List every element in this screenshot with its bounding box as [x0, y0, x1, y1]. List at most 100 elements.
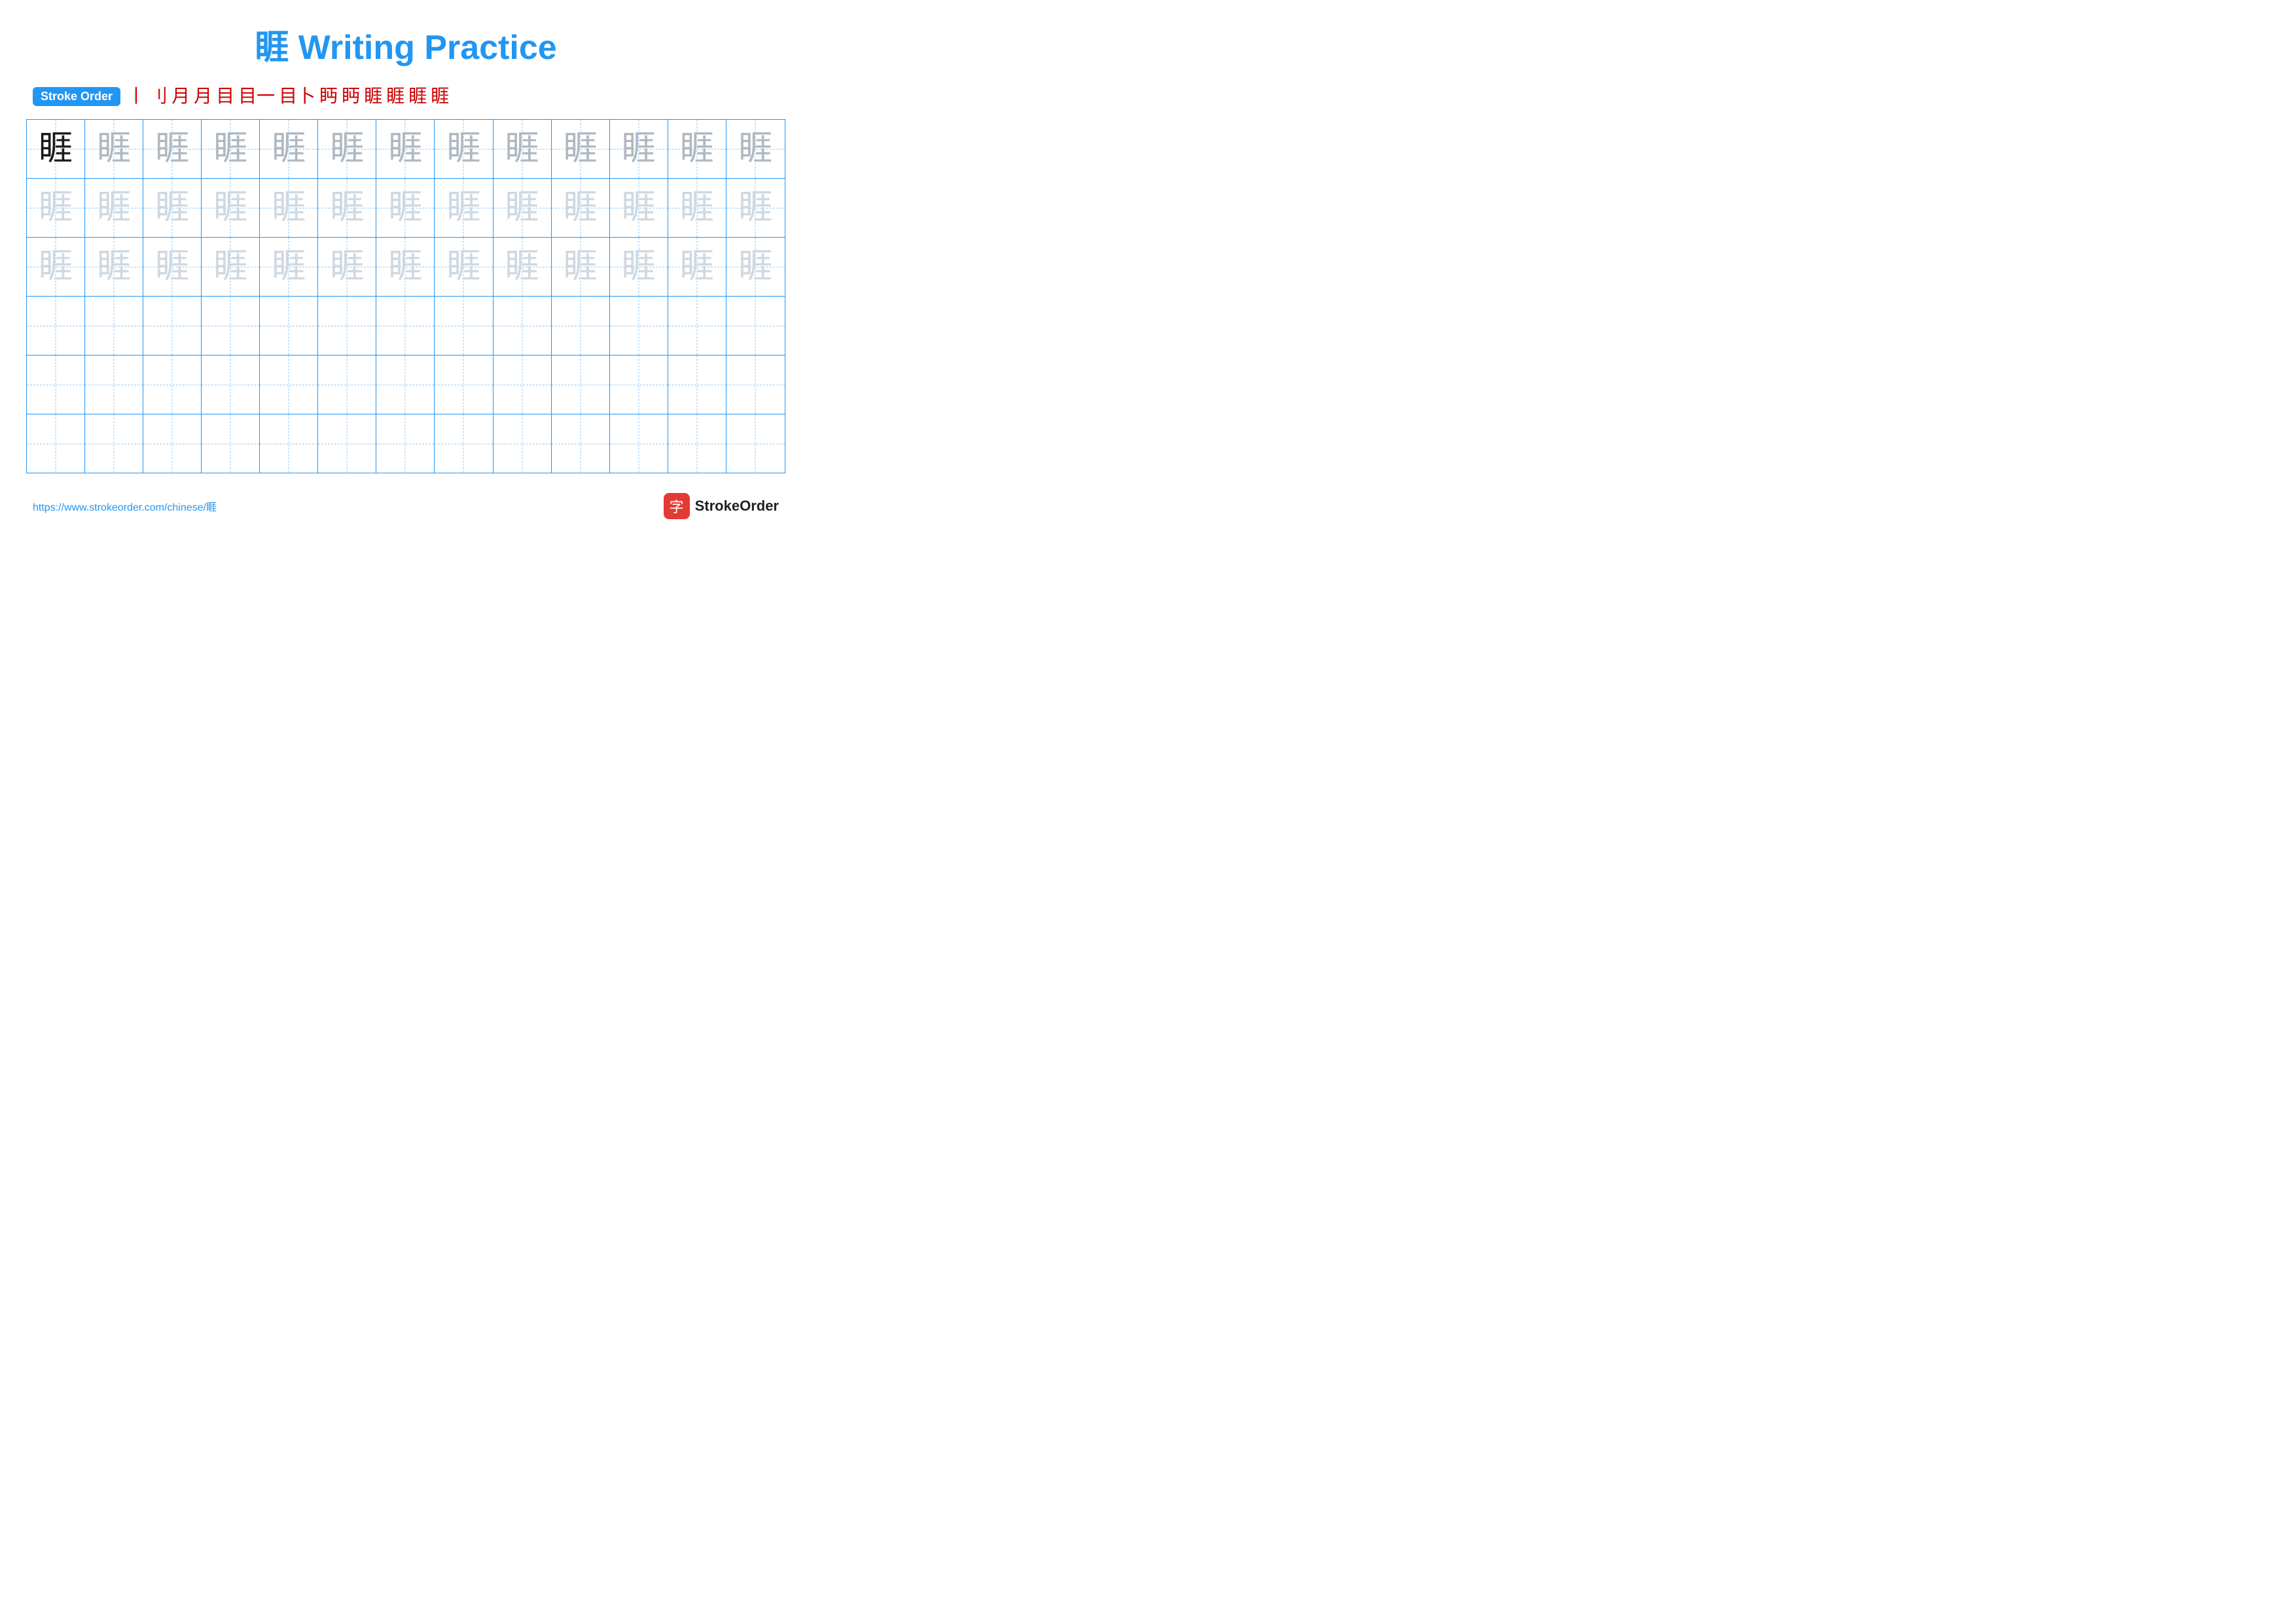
cell-character: 睚: [505, 191, 539, 225]
grid-cell: 睚: [260, 238, 318, 296]
grid-cell: 睚: [318, 179, 376, 237]
footer-url[interactable]: https://www.strokeorder.com/chinese/睚: [33, 498, 217, 514]
grid-row: 睚睚睚睚睚睚睚睚睚睚睚睚睚: [27, 120, 785, 179]
grid-cell: [726, 414, 785, 473]
stroke-char: 目: [216, 88, 234, 106]
grid-cell: [435, 414, 493, 473]
cell-character: 睚: [388, 191, 422, 225]
cell-character: 睚: [155, 191, 189, 225]
grid-cell: [610, 356, 668, 414]
cell-character: 睚: [272, 191, 306, 225]
cell-character: 睚: [213, 132, 247, 166]
grid-row: 睚睚睚睚睚睚睚睚睚睚睚睚睚: [27, 179, 785, 238]
grid-cell: [143, 356, 202, 414]
grid-cell: [610, 297, 668, 355]
grid-cell: 睚: [143, 179, 202, 237]
stroke-char: 目卜: [279, 88, 315, 106]
cell-character: 睚: [738, 191, 772, 225]
grid-cell: [260, 297, 318, 355]
cell-character: 睚: [330, 132, 364, 166]
cell-character: 睚: [272, 250, 306, 284]
footer-brand: 字 StrokeOrder: [664, 493, 779, 519]
cell-character: 睚: [155, 132, 189, 166]
cell-character: 睚: [39, 191, 73, 225]
cell-character: 睚: [446, 250, 480, 284]
grid-cell: [260, 356, 318, 414]
grid-cell: [202, 297, 260, 355]
grid-cell: [85, 414, 143, 473]
grid-cell: 睚: [143, 238, 202, 296]
grid-cell: 睚: [318, 238, 376, 296]
grid-cell: [726, 297, 785, 355]
cell-character: 睚: [155, 250, 189, 284]
title-area: 睚 Writing Practice: [26, 20, 785, 69]
stroke-char: 睚: [364, 88, 382, 106]
cell-character: 睚: [39, 132, 73, 166]
grid-cell: [318, 356, 376, 414]
footer: https://www.strokeorder.com/chinese/睚 字 …: [26, 493, 785, 519]
cell-character: 睚: [388, 250, 422, 284]
grid-cell: 睚: [610, 179, 668, 237]
grid-cell: 睚: [552, 179, 610, 237]
stroke-char: 月: [171, 88, 190, 106]
grid-cell: [27, 356, 85, 414]
cell-character: 睚: [680, 191, 714, 225]
grid-cell: [376, 414, 435, 473]
cell-character: 睚: [505, 250, 539, 284]
grid-cell: [668, 356, 726, 414]
grid-cell: 睚: [493, 120, 552, 178]
stroke-char: 丨: [127, 88, 145, 106]
grid-cell: [27, 414, 85, 473]
grid-cell: [435, 297, 493, 355]
stroke-char: 睚: [431, 88, 449, 106]
grid-row: [27, 414, 785, 473]
grid-cell: [318, 297, 376, 355]
cell-character: 睚: [622, 250, 656, 284]
cell-character: 睚: [446, 132, 480, 166]
grid-cell: [552, 414, 610, 473]
page-title: 睚 Writing Practice: [255, 29, 556, 67]
grid-cell: 睚: [493, 238, 552, 296]
grid-cell: 睚: [260, 120, 318, 178]
grid-cell: 睚: [435, 179, 493, 237]
cell-character: 睚: [213, 191, 247, 225]
cell-character: 睚: [330, 250, 364, 284]
grid-cell: [27, 297, 85, 355]
grid-cell: [202, 356, 260, 414]
grid-cell: 睚: [27, 179, 85, 237]
stroke-char: 眄: [319, 88, 338, 106]
grid-cell: [552, 297, 610, 355]
grid-cell: 睚: [668, 179, 726, 237]
cell-character: 睚: [622, 132, 656, 166]
stroke-order-row: Stroke Order 丨刂月月目目一目卜眄眄睚睚睚睚: [26, 87, 785, 106]
grid-cell: 睚: [85, 120, 143, 178]
grid-cell: [493, 414, 552, 473]
cell-character: 睚: [738, 132, 772, 166]
cell-character: 睚: [738, 250, 772, 284]
grid-cell: 睚: [376, 120, 435, 178]
grid-cell: 睚: [202, 179, 260, 237]
grid-cell: 睚: [552, 120, 610, 178]
cell-character: 睚: [564, 132, 598, 166]
grid-cell: 睚: [85, 179, 143, 237]
grid-cell: 睚: [435, 120, 493, 178]
grid-row: [27, 356, 785, 414]
grid-cell: 睚: [610, 238, 668, 296]
cell-character: 睚: [272, 132, 306, 166]
grid-cell: 睚: [202, 238, 260, 296]
grid-cell: [260, 414, 318, 473]
grid-cell: 睚: [27, 238, 85, 296]
grid-cell: 睚: [493, 179, 552, 237]
cell-character: 睚: [622, 191, 656, 225]
grid-cell: 睚: [552, 238, 610, 296]
grid-cell: 睚: [435, 238, 493, 296]
cell-character: 睚: [446, 191, 480, 225]
cell-character: 睚: [388, 132, 422, 166]
stroke-char: 目一: [238, 88, 275, 106]
grid-cell: 睚: [85, 238, 143, 296]
stroke-char: 眄: [342, 88, 360, 106]
grid-cell: 睚: [668, 120, 726, 178]
grid-cell: 睚: [318, 120, 376, 178]
grid-cell: [493, 356, 552, 414]
stroke-char: 睚: [408, 88, 427, 106]
